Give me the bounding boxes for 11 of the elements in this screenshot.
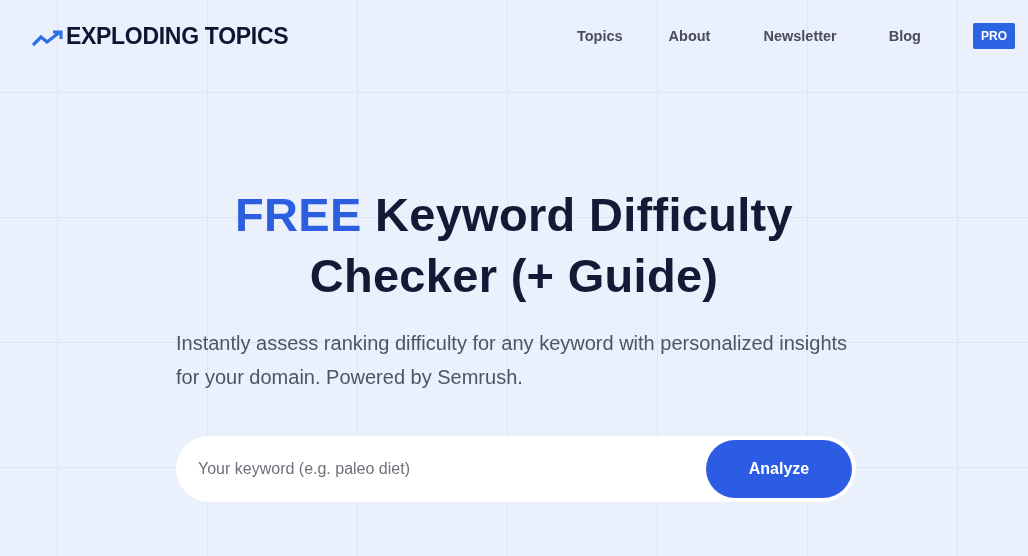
subtitle: Instantly assess ranking difficulty for any keyword with personalized insights for your domain. Powered by Semrush. [176, 331, 849, 390]
pro-button[interactable]: PRO [973, 23, 1015, 49]
trend-arrow-icon [32, 29, 66, 47]
logo-text[interactable]: EXPLODING TOPICS [66, 22, 289, 50]
nav-link[interactable]: Topics [576, 28, 623, 44]
nav-link[interactable]: Blog [888, 28, 921, 44]
nav-link[interactable]: About [668, 28, 711, 44]
page-title: FREE Keyword Difficulty Checker (+ Guide) [234, 187, 794, 304]
analyze-button[interactable]: Analyze [706, 440, 852, 498]
keyword-field[interactable]: Your keyword (e.g. paleo diet) [196, 459, 706, 479]
nav-link[interactable]: Newsletter [763, 28, 837, 44]
